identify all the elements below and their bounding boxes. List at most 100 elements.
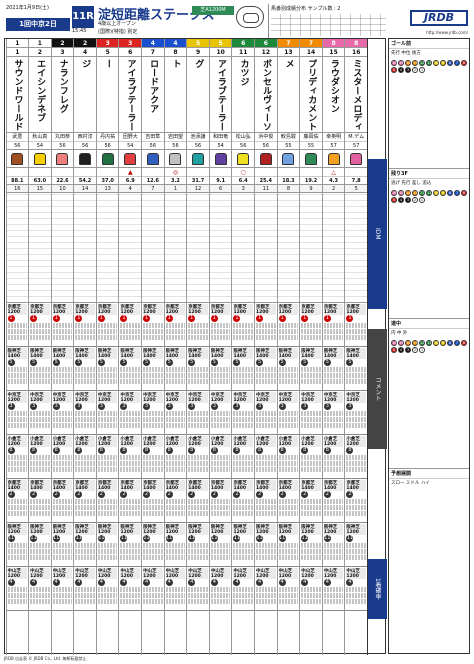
past-run-place: 4 bbox=[75, 579, 83, 586]
horse-column: 2 3 ナランフレグ 丸田恭 56 22.6 10 京都芝1200 1 阪神芝1400 5 中京芝12… bbox=[50, 39, 74, 655]
jockey-name: 岩田望 bbox=[164, 133, 187, 142]
past-run: 京都芝1400 2 bbox=[29, 479, 51, 523]
past-run-detail bbox=[210, 511, 231, 516]
past-run-detail bbox=[323, 599, 344, 604]
odds-value: 25.4 bbox=[255, 177, 277, 185]
horse-name: アイラブテーラー bbox=[209, 57, 232, 133]
past-run-course: 阪神芝1200 bbox=[210, 524, 231, 535]
past-run-detail bbox=[143, 417, 163, 422]
past-run-detail bbox=[210, 379, 231, 384]
past-run-detail bbox=[30, 461, 50, 466]
past-run-detail bbox=[30, 373, 50, 378]
past-run: 阪神芝1400 5 bbox=[300, 347, 322, 391]
past-run-detail bbox=[7, 329, 28, 334]
odds-value: 22.6 bbox=[51, 177, 74, 185]
past-run-place: 8 bbox=[188, 447, 196, 454]
jockey-name: 藤岡佑 bbox=[300, 133, 322, 142]
past-run-detail bbox=[120, 587, 141, 592]
past-run-detail bbox=[323, 511, 344, 516]
past-run: 京都芝1200 1 bbox=[209, 303, 232, 347]
past-run-detail bbox=[143, 455, 163, 460]
past-run-place: 8 bbox=[143, 447, 151, 454]
past-run-detail bbox=[278, 505, 299, 510]
past-run: 小倉芝1200 8 bbox=[255, 435, 277, 479]
index-area bbox=[209, 193, 232, 303]
position-dot: 9 bbox=[440, 60, 446, 66]
past-run-detail bbox=[30, 329, 50, 334]
past-run: 中京芝1200 3 bbox=[322, 391, 345, 435]
position-dot: 11 bbox=[426, 190, 432, 196]
past-run-place: 3 bbox=[301, 403, 309, 410]
past-run-detail bbox=[323, 417, 344, 422]
past-runs: 京都芝1200 1 阪神芝1400 5 中京芝1200 3 小倉芝1200 8 京都芝1400 2… bbox=[255, 303, 277, 611]
position-dot: 14 bbox=[405, 190, 411, 196]
past-run: 中京芝1200 3 bbox=[345, 391, 367, 435]
horse-number: 7 bbox=[142, 48, 164, 57]
past-run: 阪神芝1400 5 bbox=[119, 347, 142, 391]
past-run-detail bbox=[7, 467, 28, 472]
past-run: 中山芝1200 4 bbox=[277, 567, 300, 611]
stats-title: 馬番別成績分布 サンプル数 : 2 bbox=[271, 6, 341, 12]
position-dot: 5 bbox=[391, 67, 397, 73]
past-run-detail bbox=[143, 461, 163, 466]
horse-name: ミスターメロディ bbox=[345, 57, 367, 133]
past-run-detail bbox=[278, 335, 299, 340]
past-run-course: 京都芝1400 bbox=[256, 480, 276, 491]
past-run-course: 京都芝1200 bbox=[278, 304, 299, 315]
past-run: 京都芝1200 1 bbox=[300, 303, 322, 347]
carried-weight: 56 bbox=[255, 142, 277, 150]
past-run-course: 京都芝1200 bbox=[143, 304, 163, 315]
past-run-detail bbox=[165, 461, 186, 466]
silks-icon bbox=[6, 150, 29, 168]
past-run-detail bbox=[188, 599, 208, 604]
past-run-place: 11 bbox=[143, 535, 151, 542]
past-run-detail bbox=[233, 417, 254, 422]
silks-icon bbox=[300, 150, 322, 168]
past-run-detail bbox=[143, 499, 163, 504]
position-dot: 15 bbox=[398, 190, 404, 196]
past-run-place: 5 bbox=[256, 359, 264, 366]
past-run-course: 京都芝1400 bbox=[301, 480, 321, 491]
position-dot: 9 bbox=[440, 190, 446, 196]
past-run: 阪神芝1200 11 bbox=[6, 523, 29, 567]
past-run-detail bbox=[97, 423, 118, 428]
past-run-detail bbox=[75, 379, 95, 384]
position-dot: 3 bbox=[405, 67, 411, 73]
past-run-detail bbox=[143, 373, 163, 378]
meeting-label: 1回中京2日 bbox=[6, 18, 70, 31]
past-run: 中山芝1200 4 bbox=[164, 567, 187, 611]
past-run: 京都芝1400 2 bbox=[209, 479, 232, 523]
horse-number: 5 bbox=[96, 48, 119, 57]
past-run-course: 京都芝1400 bbox=[210, 480, 231, 491]
position-dot: 7 bbox=[454, 60, 460, 66]
index-area bbox=[255, 193, 277, 303]
past-run-course: 中京芝1200 bbox=[346, 392, 366, 403]
past-run-course: 小倉芝1200 bbox=[233, 436, 254, 447]
past-run-place: 3 bbox=[30, 403, 38, 410]
past-run-course: 中京芝1200 bbox=[120, 392, 141, 403]
past-run-detail bbox=[301, 549, 321, 554]
position-dot: 13 bbox=[412, 190, 418, 196]
jockey-name: 吉田隼 bbox=[142, 133, 164, 142]
past-run-course: 小倉芝1200 bbox=[210, 436, 231, 447]
jockey-name: 幸英明 bbox=[322, 133, 345, 142]
past-run-place: 3 bbox=[120, 403, 128, 410]
past-run-course: 中京芝1200 bbox=[30, 392, 50, 403]
past-run-place: 5 bbox=[30, 359, 38, 366]
past-run-place: 5 bbox=[346, 359, 354, 366]
past-run-detail bbox=[7, 455, 28, 460]
past-run-detail bbox=[165, 373, 186, 378]
past-run-course: 中山芝1200 bbox=[323, 568, 344, 579]
past-run-detail bbox=[278, 461, 299, 466]
past-run-place: 4 bbox=[97, 579, 105, 586]
past-run-detail bbox=[323, 423, 344, 428]
past-run-detail bbox=[97, 373, 118, 378]
past-run: 中京芝1200 3 bbox=[6, 391, 29, 435]
past-run-place: 3 bbox=[165, 403, 173, 410]
past-run-detail bbox=[143, 329, 163, 334]
past-runs: 京都芝1200 1 阪神芝1400 5 中京芝1200 3 小倉芝1200 8 京都芝1400 2… bbox=[74, 303, 96, 611]
past-run-place: 4 bbox=[278, 579, 286, 586]
past-run-course: 京都芝1400 bbox=[120, 480, 141, 491]
past-run-course: 阪神芝1400 bbox=[52, 348, 73, 359]
past-run: 京都芝1400 2 bbox=[164, 479, 187, 523]
